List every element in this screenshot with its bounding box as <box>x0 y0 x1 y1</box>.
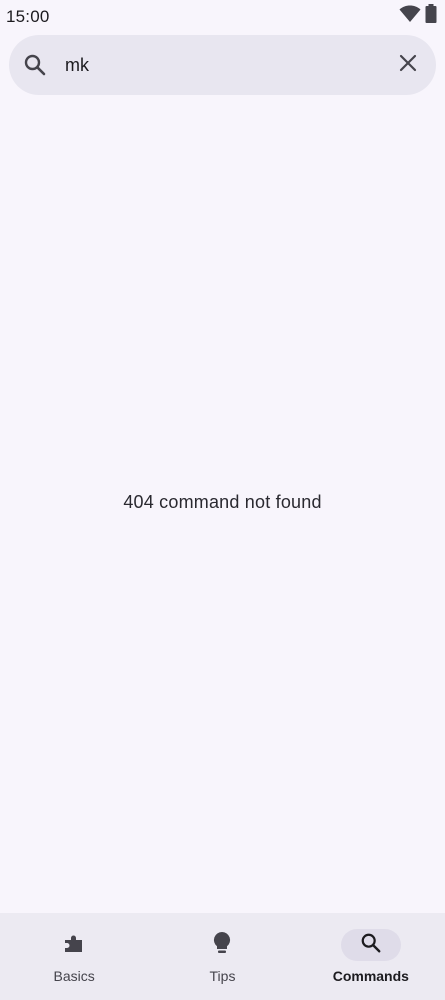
status-time: 15:00 <box>6 7 50 26</box>
bottom-navigation: Basics Tips Commands <box>0 913 445 1000</box>
search-bar[interactable] <box>9 35 436 95</box>
not-found-message: 404 command not found <box>123 492 322 512</box>
puzzle-icon <box>63 932 85 959</box>
battery-icon <box>425 4 437 29</box>
nav-label-commands: Commands <box>332 968 409 984</box>
nav-item-tips[interactable]: Tips <box>148 913 296 1000</box>
search-icon <box>23 53 47 77</box>
nav-pill-active <box>340 929 401 961</box>
nav-item-commands[interactable]: Commands <box>297 913 445 1000</box>
nav-item-basics[interactable]: Basics <box>0 913 148 1000</box>
status-bar: 15:00 <box>0 0 445 32</box>
clear-search-button[interactable] <box>392 49 424 81</box>
search-icon <box>360 932 382 959</box>
nav-pill <box>44 929 104 961</box>
lightbulb-icon <box>211 931 233 960</box>
nav-pill <box>192 929 252 961</box>
close-icon <box>398 53 418 78</box>
status-icons <box>399 4 437 29</box>
nav-label-basics: Basics <box>53 968 95 984</box>
search-input[interactable] <box>65 45 385 85</box>
wifi-icon <box>399 5 421 28</box>
nav-label-tips: Tips <box>209 968 236 984</box>
